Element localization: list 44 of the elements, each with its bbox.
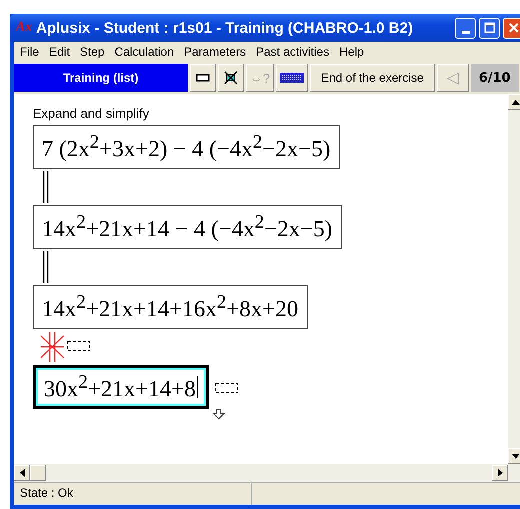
expression-box[interactable]: 14x$^{2}$+21x+14+16x$^{2}$+8x+20 [33, 285, 308, 329]
maximize-button[interactable] [479, 18, 500, 38]
menu-item[interactable]: Help [335, 45, 368, 59]
menu-item[interactable]: Step [76, 45, 109, 59]
scroll-down-button[interactable] [508, 448, 520, 464]
up-arrow-icon [512, 100, 520, 104]
keyboard-icon [280, 73, 304, 83]
close-icon [508, 22, 520, 34]
scroll-up-button[interactable] [508, 94, 520, 110]
drag-handle-icon[interactable] [213, 409, 225, 421]
mode-label: Training (list) [14, 64, 188, 92]
tool-button[interactable] [190, 64, 216, 92]
minimize-button[interactable] [455, 18, 476, 38]
menu-item[interactable]: Parameters [180, 45, 250, 59]
tool-button[interactable] [276, 64, 308, 92]
status-text: State : Ok [14, 483, 252, 505]
down-arrow-icon [512, 454, 520, 458]
maximize-icon [484, 22, 496, 34]
window-title: Aplusix - Student : r1s01 - Training (CHABRO-1.0 B2) [36, 20, 414, 36]
menu-item[interactable]: Edit [45, 45, 74, 59]
right-arrow-icon [498, 469, 502, 477]
end-exercise-button[interactable]: End of the exercise [310, 64, 435, 92]
app-logo: Ax [16, 20, 32, 36]
rectangle-icon [196, 73, 210, 83]
menu-item[interactable]: Past activities [252, 45, 334, 59]
menu-item[interactable]: File [16, 45, 44, 59]
expression-box[interactable]: 7 (2x$^{2}$+3x+2) − 4 (−4x$^{2}$−2x−5) [33, 125, 340, 169]
crossed-box-icon [224, 71, 238, 85]
placeholder-icon [67, 341, 93, 353]
left-arrow-icon [20, 469, 24, 477]
expression-box[interactable]: 30x$^{2}$+21x+14+8 [33, 365, 209, 409]
placeholder-icon [215, 383, 241, 395]
scroll-thumb[interactable] [30, 465, 46, 481]
horizontal-scrollbar[interactable] [14, 464, 520, 482]
expression-box[interactable]: 14x$^{2}$+21x+14 − 4 (−4x$^{2}$−2x−5) [33, 205, 342, 249]
menu-item[interactable]: Calculation [110, 45, 178, 59]
tool-button[interactable] [218, 64, 244, 92]
scroll-right-button[interactable] [492, 465, 508, 481]
close-button[interactable] [503, 18, 520, 38]
exercise-counter: 6/10 [470, 64, 519, 92]
instruction-text: Expand and simplify [33, 106, 150, 121]
minimize-icon [462, 30, 470, 34]
vertical-scrollbar[interactable] [508, 94, 520, 464]
scroll-left-button[interactable] [14, 465, 30, 481]
